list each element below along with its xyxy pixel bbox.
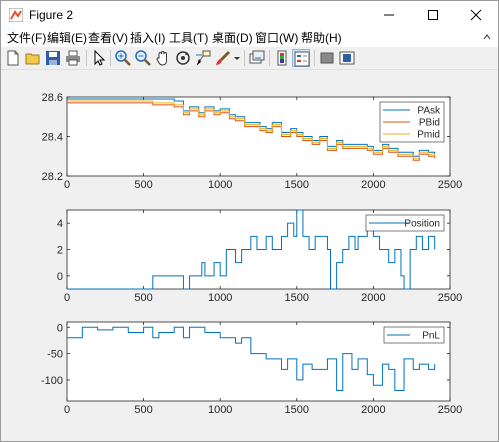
legend-label: Position [404,219,440,230]
title-bar[interactable]: Figure 2 [1,1,498,29]
save-button[interactable] [44,49,62,67]
toolbar-separator [86,50,87,66]
menu-desktop[interactable]: 桌面(D) [212,29,253,47]
menu-insert[interactable]: 插入(I) [130,29,165,47]
zoom-in-icon [115,50,131,66]
x-tick-label: 500 [134,179,152,191]
x-tick-label: 0 [64,179,70,191]
x-tick-label: 2500 [438,292,462,304]
link-plot-icon [249,50,265,64]
x-tick-label: 1000 [208,179,232,191]
zoom-out-icon [135,50,151,66]
print-icon [66,50,80,66]
legend-label: Pmid [417,130,440,141]
x-tick-label: 2000 [361,404,385,416]
dock-arrow-icon[interactable] [482,32,492,42]
show-plot-tools-icon [339,51,355,65]
x-tick-label: 0 [64,404,70,416]
menu-file[interactable]: 文件(F) [7,29,46,47]
menu-help[interactable]: 帮助(H) [301,29,342,47]
y-tick-label: 2 [57,245,63,257]
menu-view[interactable]: 查看(V) [88,29,128,47]
legend-label: PnL [422,331,440,342]
menu-edit[interactable]: 编辑(E) [47,29,87,47]
data-cursor-icon [196,50,211,66]
minimize-icon [384,14,394,16]
x-tick-label: 2000 [361,292,385,304]
toolbar-separator [110,50,111,66]
toolbar-separator [314,50,315,66]
y-tick-label: 0 [57,271,63,283]
zoom-in-button[interactable] [114,49,132,67]
y-tick-label: 0 [57,322,63,334]
y-tick-label: -50 [47,349,63,361]
y-tick-label: 28.6 [42,92,63,104]
maximize-icon [428,10,438,20]
pan-hand-icon [156,50,167,66]
x-tick-label: 1500 [285,404,309,416]
y-tick-label: 28.4 [42,132,63,144]
y-tick-label: 4 [57,218,63,230]
zoom-out-button[interactable] [134,49,152,67]
window-title: Figure 2 [29,8,74,22]
menu-tools[interactable]: 工具(T) [169,29,208,47]
print-button[interactable] [64,49,82,67]
x-tick-label: 0 [64,292,70,304]
open-file-button[interactable] [24,49,42,67]
legend-label: PBid [419,118,440,129]
edit-plot-button[interactable] [90,49,108,67]
x-tick-label: 2500 [438,179,462,191]
brush-dropdown-icon [234,57,240,60]
link-plot-button[interactable] [248,49,266,67]
x-tick-label: 1500 [285,292,309,304]
hide-plot-tools-icon [320,52,334,64]
brush-dropdown-button[interactable] [233,49,241,67]
figure-toolbar [1,47,498,70]
subplots: 0 500 1000 1500 2000 250028.228.428.6PAskPBid… [41,92,462,416]
maximize-button[interactable] [411,1,455,29]
figure-window: Figure 2 文件(F) 编辑(E) 查看(V) 插入(I) 工具(T) 桌… [0,0,499,442]
insert-colorbar-button[interactable] [273,49,291,67]
menu-window[interactable]: 窗口(W) [255,29,298,47]
figure-canvas[interactable]: 0 500 1000 1500 2000 2500 28.2 28.4 28.6 PAsk PBid… [1,70,498,441]
brush-button[interactable] [214,49,232,67]
close-icon [470,9,482,21]
y-tick-label: -100 [41,375,63,387]
brush-icon [216,51,230,65]
close-button[interactable] [454,1,498,29]
insert-legend-icon [294,51,310,67]
matlab-figure-icon [9,8,23,22]
hide-plot-tools-button[interactable] [318,49,336,67]
new-figure-button[interactable] [4,49,22,67]
menu-bar: 文件(F) 编辑(E) 查看(V) 插入(I) 工具(T) 桌面(D) 窗口(W… [1,29,498,47]
pan-button[interactable] [154,49,172,67]
rotate-3d-icon [176,51,190,65]
toolbar-separator [244,50,245,66]
open-file-icon [25,53,40,65]
minimize-button[interactable] [367,1,411,29]
save-icon [46,51,60,65]
data-cursor-button[interactable] [194,49,212,67]
x-tick-label: 2000 [361,179,385,191]
new-figure-icon [7,50,19,66]
insert-colorbar-icon [277,50,287,66]
x-tick-label: 2500 [438,404,462,416]
x-tick-label: 1000 [208,292,232,304]
x-tick-label: 1000 [208,404,232,416]
toolbar-separator [269,50,270,66]
insert-legend-button[interactable] [292,49,310,67]
edit-plot-arrow-icon [94,49,106,66]
show-plot-tools-button[interactable] [338,49,356,67]
x-tick-label: 500 [134,404,152,416]
x-tick-label: 500 [134,292,152,304]
legend-label: PAsk [417,106,441,117]
rotate-3d-button[interactable] [174,49,192,67]
y-tick-label: 28.2 [42,171,63,183]
x-tick-label: 1500 [285,179,309,191]
